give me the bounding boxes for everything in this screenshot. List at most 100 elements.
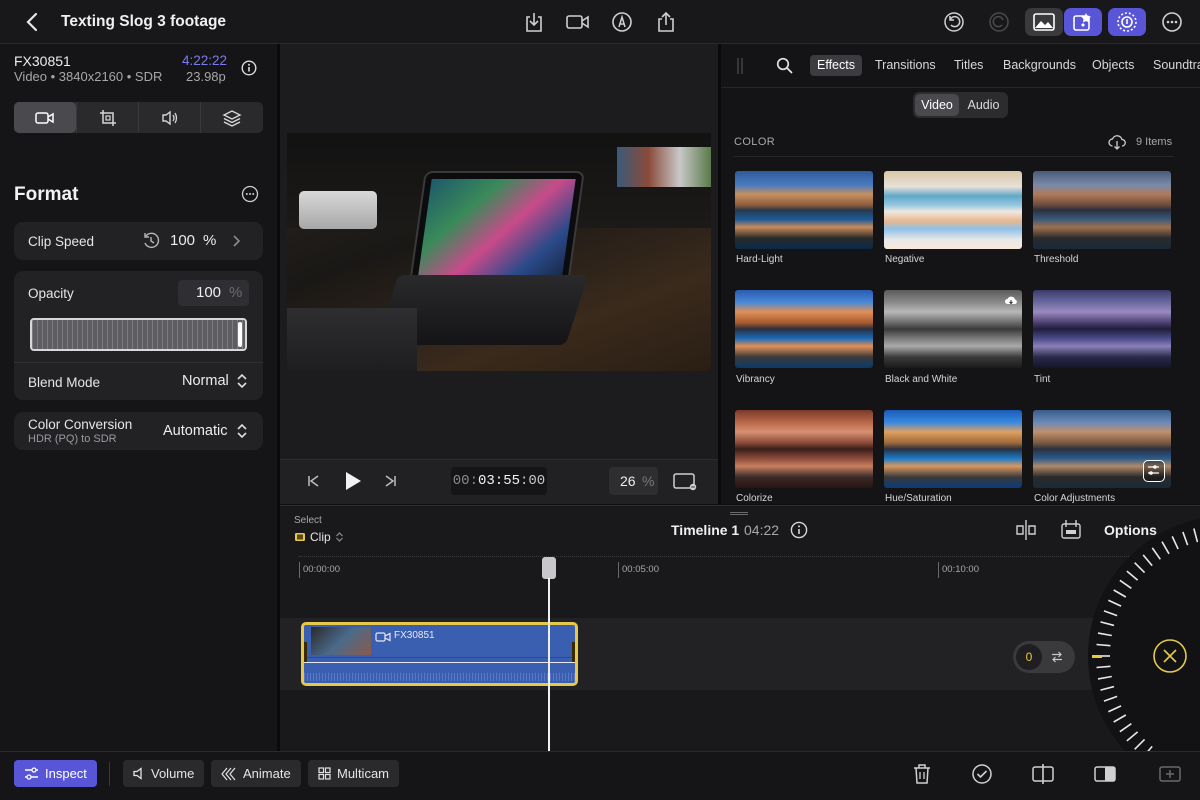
viewer-options-button[interactable] xyxy=(672,472,698,492)
timecode-display[interactable]: 00:03:55:00 xyxy=(451,467,547,495)
audio-level-line[interactable] xyxy=(304,662,575,663)
download-button[interactable] xyxy=(1108,134,1126,150)
opacity-slider[interactable] xyxy=(30,318,247,351)
resize-handle[interactable] xyxy=(730,512,748,515)
speaker-icon xyxy=(161,110,177,125)
jog-toggle[interactable]: 0 xyxy=(1013,641,1075,673)
inspector-button[interactable] xyxy=(1108,8,1146,36)
next-frame-button[interactable] xyxy=(384,474,398,488)
effect-thumb-black-and-white[interactable] xyxy=(884,290,1022,368)
layers-tab[interactable] xyxy=(200,102,263,133)
preview-monitor xyxy=(617,147,711,187)
tab-soundtracks[interactable]: Soundtra xyxy=(1146,55,1200,76)
effect-thumb-color-adjustments[interactable] xyxy=(1033,410,1171,488)
divider xyxy=(721,87,1200,88)
import-button[interactable] xyxy=(520,8,548,36)
tab-backgrounds[interactable]: Backgrounds xyxy=(996,55,1083,76)
select-mode-button[interactable]: Clip xyxy=(294,530,344,544)
multicam-button[interactable]: Multicam xyxy=(308,760,400,787)
sliders-icon xyxy=(25,767,38,780)
search-icon xyxy=(776,57,793,74)
split-icon xyxy=(1032,764,1054,784)
blend-mode-value[interactable]: Normal xyxy=(182,373,229,389)
speaker-icon xyxy=(133,767,142,780)
redo-button[interactable] xyxy=(985,8,1013,36)
tab-effects[interactable]: Effects xyxy=(810,55,862,76)
opacity-slider-handle[interactable] xyxy=(238,322,242,347)
clip-trim-handle-right[interactable] xyxy=(572,642,575,662)
more-button[interactable] xyxy=(1158,8,1186,36)
segment-video[interactable]: Video xyxy=(915,94,959,116)
effect-thumb-hue-saturation[interactable] xyxy=(884,410,1022,488)
browser-button[interactable] xyxy=(1064,8,1102,36)
layers-icon xyxy=(222,109,242,127)
clip-speed-label: Clip Speed xyxy=(28,234,95,249)
info-icon xyxy=(790,521,808,539)
volume-button[interactable]: Volume xyxy=(123,760,205,787)
clip-name: FX30851 xyxy=(14,53,71,69)
segment-audio[interactable]: Audio xyxy=(961,94,1006,116)
info-button[interactable] xyxy=(241,60,257,76)
ruler-tick xyxy=(299,562,300,578)
camera-button[interactable] xyxy=(563,8,593,36)
blend-mode-stepper[interactable] xyxy=(236,372,248,390)
tab-objects[interactable]: Objects xyxy=(1085,55,1141,76)
approve-button[interactable] xyxy=(971,763,993,785)
clip-name: FX30851 xyxy=(394,630,435,641)
speed-reset-button[interactable] xyxy=(142,232,160,250)
clip-speed-disclosure[interactable] xyxy=(231,234,241,248)
clip-trim-handle-left[interactable] xyxy=(304,642,307,662)
effect-thumb-negative[interactable] xyxy=(884,171,1022,249)
photos-button[interactable] xyxy=(1025,8,1063,36)
zoom-field[interactable]: 26 % xyxy=(609,467,658,495)
playhead-handle[interactable] xyxy=(542,557,556,579)
color-conversion-row[interactable]: Color Conversion HDR (PQ) to SDR Automat… xyxy=(14,412,263,450)
effect-thumb-tint[interactable] xyxy=(1033,290,1171,368)
jog-wheel[interactable] xyxy=(1080,506,1200,751)
back-button[interactable] xyxy=(18,8,46,36)
info-icon xyxy=(241,60,257,76)
edit-button[interactable] xyxy=(1158,763,1182,785)
clip-view-button[interactable] xyxy=(1060,519,1082,541)
opacity-field[interactable]: 100 % xyxy=(178,280,249,306)
delete-button[interactable] xyxy=(912,763,932,785)
project-title[interactable]: Texting Slog 3 footage xyxy=(61,13,226,31)
undo-button[interactable] xyxy=(940,8,968,36)
timeline-clip[interactable]: FX30851 xyxy=(301,622,578,686)
animate-button[interactable]: Animate xyxy=(211,760,301,787)
audio-waveform xyxy=(304,673,575,681)
share-button[interactable] xyxy=(652,8,680,36)
tab-titles[interactable]: Titles xyxy=(947,55,990,76)
clip-speed-row[interactable]: Clip Speed 100 % xyxy=(14,222,263,260)
effect-thumb-vibrancy[interactable] xyxy=(735,290,873,368)
snapping-button[interactable] xyxy=(1014,519,1038,541)
timecode-frames: :00 xyxy=(520,473,546,489)
effect-thumb-hard-light[interactable] xyxy=(735,171,873,249)
section-title: Format xyxy=(14,184,79,205)
tab-transitions[interactable]: Transitions xyxy=(868,55,943,76)
timeline-ruler[interactable]: 00:00:00 00:05:00 00:10:00 xyxy=(280,556,1200,580)
markup-button[interactable] xyxy=(608,8,636,36)
effect-thumb-colorize[interactable] xyxy=(735,410,873,488)
detach-button[interactable] xyxy=(1093,763,1117,785)
crop-tab[interactable] xyxy=(76,102,138,133)
search-button[interactable] xyxy=(776,57,793,74)
split-button[interactable] xyxy=(1031,763,1055,785)
color-conversion-stepper[interactable] xyxy=(236,422,248,440)
divider xyxy=(14,362,263,363)
timeline-info-button[interactable] xyxy=(790,521,808,539)
play-button[interactable] xyxy=(343,470,363,492)
audio-tab[interactable] xyxy=(138,102,200,133)
video-preview[interactable] xyxy=(287,133,711,371)
cloud-download-icon xyxy=(1005,296,1017,305)
previous-frame-button[interactable] xyxy=(306,474,320,488)
more-icon xyxy=(1162,12,1182,32)
swap-arrows-icon xyxy=(1052,651,1062,663)
video-tab[interactable] xyxy=(14,102,76,133)
drag-handle[interactable] xyxy=(737,58,743,74)
effect-label: Negative xyxy=(885,254,925,265)
effect-thumb-threshold[interactable] xyxy=(1033,171,1171,249)
inspect-button[interactable]: Inspect xyxy=(14,760,97,787)
format-more-button[interactable] xyxy=(241,185,259,203)
color-conversion-value[interactable]: Automatic xyxy=(163,423,227,439)
